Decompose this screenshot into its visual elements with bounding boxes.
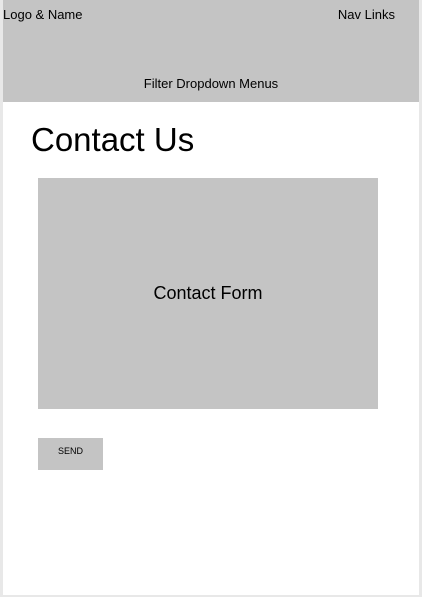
filter-dropdown-menus[interactable]: Filter Dropdown Menus — [3, 76, 419, 91]
contact-form-label: Contact Form — [153, 283, 263, 303]
site-header: Logo & Name Nav Links Filter Dropdown Me… — [3, 0, 419, 102]
send-button[interactable]: SEND — [38, 438, 103, 470]
nav-links[interactable]: Nav Links — [338, 7, 395, 22]
viewport: Logo & Name Nav Links Filter Dropdown Me… — [0, 0, 422, 597]
contact-form[interactable]: Contact Form — [38, 178, 378, 409]
page-title: Contact Us — [31, 121, 195, 158]
page: Logo & Name Nav Links Filter Dropdown Me… — [3, 0, 419, 595]
logo-and-name[interactable]: Logo & Name — [3, 7, 83, 22]
